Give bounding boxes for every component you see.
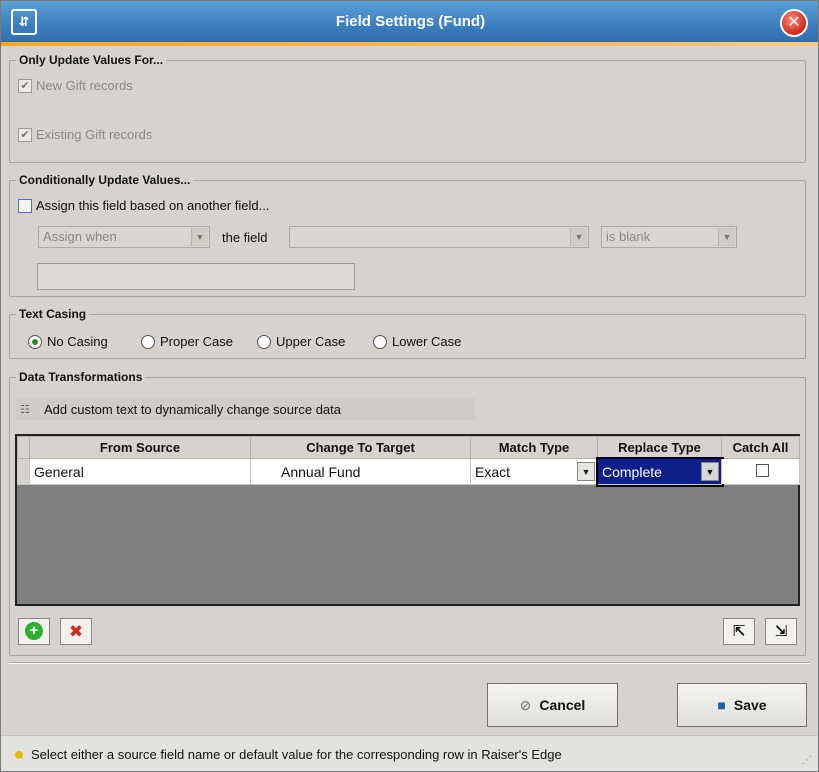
import-button[interactable]: ⇲ [765,618,797,645]
col-catch-all[interactable]: Catch All [721,436,800,459]
existing-gift-checkbox[interactable]: ✔ Existing Gift records [18,127,152,142]
radio-dot [257,334,271,349]
radio-no-casing[interactable]: No Casing [28,334,108,349]
status-bar: ● Select either a source field name or d… [1,735,818,771]
replace-type-cell[interactable]: Complete ▼ [595,456,724,487]
cancel-icon: ⊘ [519,696,532,713]
cancel-label: Cancel [539,697,586,713]
close-button[interactable]: ✕ [780,9,808,37]
replace-type-value: Complete [602,463,662,480]
radio-upper-case-label: Upper Case [276,334,346,349]
change-to-target-cell[interactable]: Annual Fund [250,458,471,485]
only-update-legend: Only Update Values For... [19,53,164,67]
col-match-type[interactable]: Match Type [470,436,598,459]
text-casing-legend: Text Casing [19,307,87,321]
separator [9,662,810,664]
export-button[interactable]: ⇱ [723,618,755,645]
close-icon: ✕ [787,14,801,31]
transformations-grid: From Source Change To Target Match Type … [15,434,800,606]
row-header-corner [17,436,30,459]
field-settings-window: ⇵ Field Settings (Fund) ✕ Only Update Va… [0,0,819,772]
radio-proper-case[interactable]: Proper Case [141,334,233,349]
save-label: Save [733,697,767,713]
chevron-down-icon: ▼ [570,228,587,246]
checkmark-icon: ✔ [18,127,32,142]
radio-no-casing-label: No Casing [47,334,108,349]
field-select[interactable]: ▼ [289,226,589,248]
radio-dot [141,334,155,349]
radio-lower-case-label: Lower Case [392,334,462,349]
condition-value: is blank [606,229,651,244]
chevron-down-icon[interactable]: ▼ [701,462,719,481]
radio-lower-case[interactable]: Lower Case [373,334,461,349]
import-icon: ⇲ [774,623,788,640]
add-custom-text-label: Add custom text to dynamically change so… [44,401,341,417]
add-row-button[interactable]: + [18,618,50,645]
assign-when-select[interactable]: Assign when ▼ [38,226,210,248]
title-bar: ⇵ Field Settings (Fund) ✕ [1,1,818,46]
the-field-label: the field [222,230,268,245]
radio-upper-case[interactable]: Upper Case [257,334,345,349]
delete-x-icon: ✖ [68,622,84,641]
resize-grip-icon[interactable]: ⋰ [802,755,814,767]
col-from-source[interactable]: From Source [29,436,251,459]
checkbox-box [18,198,32,213]
plus-circle-icon: + [25,622,43,640]
row-header[interactable] [17,458,30,485]
only-update-group: Only Update Values For... [9,53,806,163]
table-row: General Annual Fund Exact ▼ Complete ▼ [17,456,800,487]
cancel-button[interactable]: ⊘ Cancel [487,683,618,727]
radio-dot [373,334,387,349]
save-button[interactable]: ■ Save [677,683,807,727]
chevron-down-icon: ▼ [191,228,208,246]
text-casing-group: Text Casing [9,307,806,359]
radio-dot [28,334,42,349]
conditional-legend: Conditionally Update Values... [19,173,191,187]
from-source-cell[interactable]: General [29,458,251,485]
match-type-cell[interactable]: Exact ▼ [470,458,598,485]
existing-gift-label: Existing Gift records [36,127,153,142]
new-gift-label: New Gift records [36,78,133,93]
catch-all-cell[interactable] [721,458,800,485]
list-options-icon: ☷ [20,403,30,416]
assign-field-label: Assign this field based on another field… [36,198,270,213]
delete-row-button[interactable]: ✖ [60,618,92,645]
condition-value-input[interactable] [37,263,355,290]
catch-all-checkbox[interactable] [756,463,769,477]
add-custom-text-button[interactable]: ☷ Add custom text to dynamically change … [16,398,475,420]
condition-select[interactable]: is blank ▼ [601,226,737,248]
new-gift-checkbox[interactable]: ✔ New Gift records [18,78,133,93]
col-replace-type[interactable]: Replace Type [597,436,722,459]
assign-field-checkbox[interactable]: Assign this field based on another field… [18,198,269,213]
grid-header-row: From Source Change To Target Match Type … [17,436,800,459]
checkmark-icon: ✔ [18,78,32,93]
data-transformations-legend: Data Transformations [19,370,143,384]
save-disk-icon: ■ [717,697,726,713]
status-message: Select either a source field name or def… [31,747,562,762]
title-accent-line [1,42,818,46]
chevron-down-icon[interactable]: ▼ [577,462,595,481]
window-title: Field Settings (Fund) [335,13,486,30]
match-type-value: Exact [475,463,511,480]
assign-when-value: Assign when [43,229,117,244]
col-change-to-target[interactable]: Change To Target [250,436,471,459]
chevron-down-icon: ▼ [718,228,735,246]
lightbulb-icon: ● [13,744,25,764]
radio-proper-case-label: Proper Case [160,334,233,349]
export-icon: ⇱ [732,623,746,640]
